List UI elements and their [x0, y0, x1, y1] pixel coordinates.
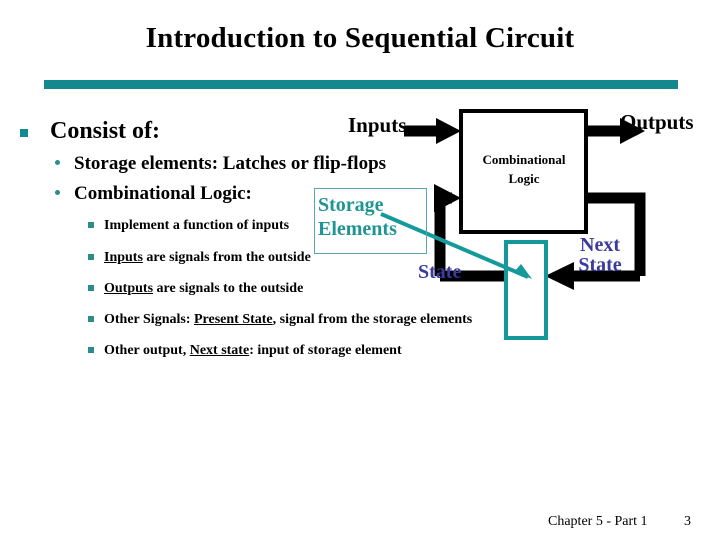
diagram-label-next-state: Next State	[563, 235, 637, 275]
square-bullet-icon	[88, 253, 94, 260]
bullet-level2-storage-elements: Storage elements: Latches or flip-flops	[52, 152, 496, 175]
bullet-level2-combinational-logic: Combinational Logic:	[52, 182, 496, 205]
storage-line1: Storage	[318, 194, 384, 216]
page-title: Introduction to Sequential Circuit	[145, 22, 575, 54]
diagram-label-storage-elements: Storage Elements	[318, 194, 422, 241]
dot-bullet-icon	[55, 190, 60, 196]
bullet-text-underlined: Present State	[193, 312, 273, 328]
bullet-level3-item: Other Signals: Present State, signal fro…	[86, 310, 496, 330]
dot-bullet-icon	[55, 159, 60, 165]
bullet-text-post: are signals from the outside	[142, 249, 311, 265]
bullet-level2-label: Storage elements: Latches or flip-flops	[74, 152, 387, 174]
bullet-text-pre: Other output,	[104, 343, 190, 359]
storage-line2: Elements	[318, 217, 397, 240]
diagram-label-outputs: Outputs	[620, 110, 694, 134]
storage-element-box	[504, 240, 548, 340]
bullet-text-post: , signal from the storage elements	[272, 312, 473, 328]
bullet-level1-label: Consist of:	[50, 118, 161, 144]
bullet-text-pre: Other Signals:	[104, 312, 194, 328]
square-bullet-icon	[88, 316, 94, 323]
bullet-text-underlined: Outputs	[104, 280, 154, 296]
comb-logic-line1: Combinational	[482, 152, 566, 167]
square-bullet-icon	[88, 347, 94, 354]
diagram-label-state: State	[418, 261, 462, 283]
bullet-text-post: : input of storage element	[249, 343, 402, 359]
bullet-level3-item: Other output, Next state: input of stora…	[86, 341, 496, 361]
comb-logic-line2: Logic	[508, 170, 540, 186]
diagram-label-inputs: Inputs	[348, 113, 407, 137]
bullet-text-underlined: Next state	[189, 343, 250, 359]
bullet-text-post: Implement a function of inputs	[104, 218, 290, 234]
square-bullet-icon	[88, 284, 94, 291]
square-bullet-icon	[88, 222, 94, 229]
footer-chapter: Chapter 5 - Part 1	[548, 514, 648, 529]
square-bullet-icon	[20, 129, 28, 137]
slide-canvas: Introduction to Sequential Circuit Consi…	[0, 0, 720, 540]
next-state-line2: State	[578, 254, 622, 276]
bullet-text-underlined: Inputs	[104, 249, 143, 265]
storage-callout-arrowhead	[514, 264, 532, 279]
next-state-line1: Next	[580, 234, 620, 256]
bullet-level2-label: Combinational Logic:	[74, 183, 252, 205]
footer-page-number: 3	[684, 514, 691, 529]
bullet-text-post: are signals to the outside	[153, 280, 304, 296]
diagram-label-combinational-logic: Combinational Logic	[466, 151, 582, 189]
title-divider	[44, 80, 678, 89]
bullet-level1-consist-of: Consist of:	[16, 118, 496, 145]
bullet-level3-item: Implement a function of inputs	[86, 216, 496, 236]
